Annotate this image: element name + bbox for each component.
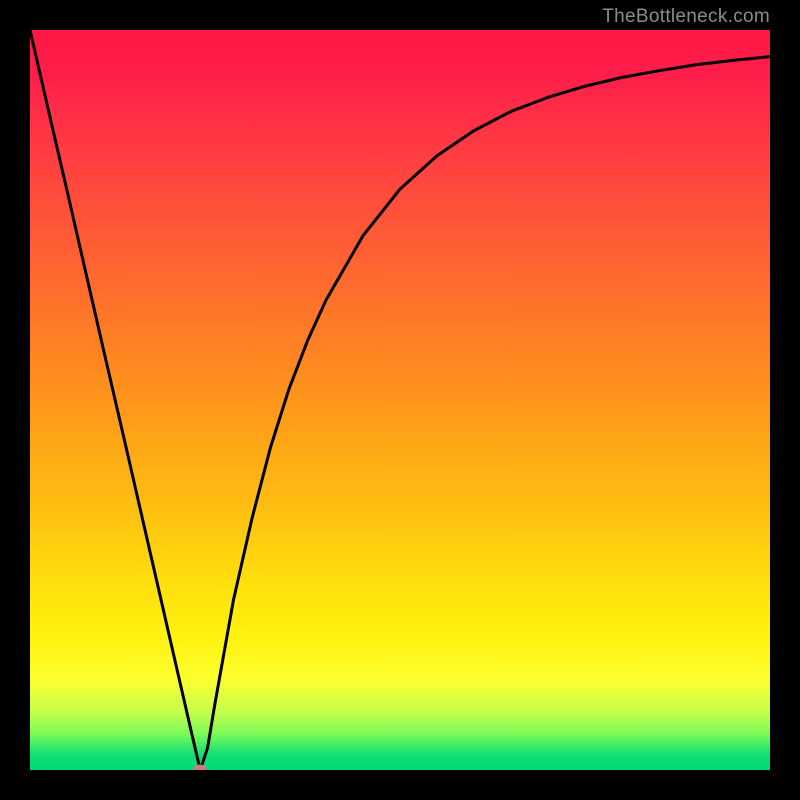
attribution-label: TheBottleneck.com [602, 6, 770, 28]
chart-frame: TheBottleneck.com [0, 0, 800, 800]
bottleneck-curve [30, 30, 770, 770]
plot-area [30, 30, 770, 770]
curve-path [30, 30, 770, 770]
minimum-marker [193, 765, 207, 771]
